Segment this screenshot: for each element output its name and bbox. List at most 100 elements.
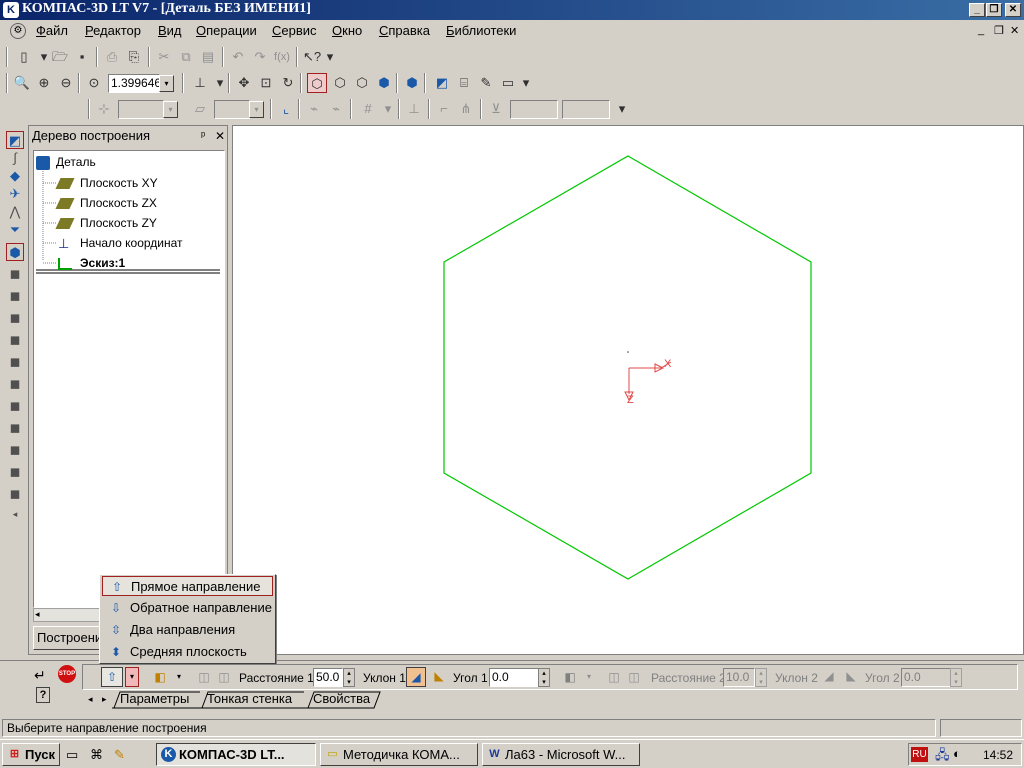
menu-help[interactable]: Справка (379, 23, 430, 38)
pan-icon[interactable]: ✥ (234, 73, 254, 93)
curves-icon[interactable]: ∫ (6, 149, 24, 167)
zoom-value-field[interactable]: 1.399646 (108, 74, 160, 93)
menu-item-midplane[interactable]: ⬍ Средняя плоскость (102, 642, 273, 662)
zoom-out-icon[interactable]: ⊖ (56, 73, 76, 93)
menu-libraries[interactable]: Библиотеки (446, 23, 516, 38)
rib-icon[interactable]: ◼ (6, 463, 24, 481)
paste-icon[interactable]: ▤ (198, 47, 218, 67)
save-icon[interactable]: ▪ (72, 47, 92, 67)
maximize-button[interactable]: ❐ (986, 3, 1002, 17)
layer-dropdown-icon[interactable]: ▾ (249, 101, 264, 118)
operation-type-dropdown-icon[interactable]: ▾ (173, 668, 185, 686)
start-button[interactable]: ⊞ Пуск (2, 743, 60, 766)
wireframe-view-icon[interactable]: ⬡ (307, 73, 327, 93)
model-viewport[interactable]: X Z (232, 125, 1024, 655)
shaded-view-icon[interactable]: ⬢ (374, 73, 394, 93)
mdi-close-icon[interactable]: ✕ (1010, 24, 1019, 37)
menu-editor[interactable]: Редактор (85, 23, 141, 38)
shell-icon[interactable]: ◼ (6, 485, 24, 503)
pin-icon[interactable]: ᵖ (201, 126, 205, 146)
edit-part-icon[interactable]: ◩ (6, 131, 24, 149)
menu-service[interactable]: Сервис (272, 23, 317, 38)
menu-item-forward[interactable]: ⇧ Прямое направление (102, 576, 273, 596)
redo-icon[interactable]: ↷ (250, 47, 270, 67)
menu-item-reverse[interactable]: ⇩ Обратное направление (102, 598, 273, 618)
second-operation-dropdown-icon[interactable]: ▾ (583, 668, 595, 686)
second-operation-icon[interactable]: ◧ (559, 668, 581, 686)
cut-icon[interactable]: ✂ (154, 47, 174, 67)
layer-icon[interactable]: ▱ (190, 99, 210, 119)
distance1-spinner[interactable]: ▴ ▾ (343, 668, 355, 687)
zoom-dropdown-icon[interactable]: ▾ (159, 75, 174, 92)
parametric-icon[interactable]: ⋔ (456, 99, 476, 119)
zoom-window-icon[interactable]: 🔍 (12, 73, 32, 93)
tree-node-origin[interactable]: ⊥ Начало координат (58, 235, 183, 252)
slope2-in-button[interactable]: ◣ (841, 667, 861, 687)
loft-operation-icon[interactable]: ◼ (6, 309, 24, 327)
document-icon[interactable]: ⚙ (10, 23, 26, 39)
direction-dropdown-icon[interactable]: ▾ (125, 667, 139, 687)
mdi-minimize-icon[interactable]: _ (978, 24, 984, 36)
orientation-icon[interactable]: ⊥ (190, 73, 210, 93)
hidden-thin-icon[interactable]: ⬡ (352, 73, 372, 93)
distance2-field[interactable]: 10.0 (723, 668, 755, 687)
grid-dropdown-icon[interactable]: ▾ (378, 99, 398, 119)
zoom-scale-icon[interactable]: ⊙ (84, 73, 104, 93)
rotate-operation-icon[interactable]: ◼ (6, 265, 24, 283)
kinematic-operation-icon[interactable]: ◼ (6, 287, 24, 305)
taskbar-item-word[interactable]: W Ла63 - Microsoft W... (482, 743, 640, 766)
distance1-field[interactable]: 50.0 (313, 668, 343, 687)
display-dropdown-icon[interactable]: ▾ (516, 73, 536, 93)
tab-scroll-right-icon[interactable]: ▸ (102, 694, 107, 705)
print-icon[interactable]: ⎙ (102, 47, 122, 67)
close-button[interactable]: ✕ (1005, 3, 1021, 17)
cut-extrude-icon[interactable]: ◼ (6, 331, 24, 349)
ortho-icon[interactable]: ⌐ (434, 99, 454, 119)
create-object-icon[interactable]: ↵ (34, 667, 46, 684)
quick-launch-desktop-icon[interactable]: ▭ (66, 747, 78, 763)
menu-view[interactable]: Вид (158, 23, 182, 38)
cursor-coords-icon[interactable]: ⊹ (94, 99, 114, 119)
taskbar-item-kompas[interactable]: K КОМПАС-3D LT... (156, 743, 316, 766)
surfaces-icon[interactable]: ◆ (6, 167, 24, 185)
slope1-in-button[interactable]: ◣ (429, 667, 449, 687)
sketch-canvas[interactable]: X Z (233, 126, 1023, 654)
menu-file[interactable]: Файл (36, 23, 68, 38)
feature-tree[interactable]: Деталь Плоскость XY Плоскость ZX Плоскос… (33, 150, 225, 608)
taskbar-item-folder[interactable]: ▭ Методичка КОМА... (320, 743, 478, 766)
quick-launch-app-icon[interactable]: ✎ (114, 747, 125, 763)
chamfer-icon[interactable]: ◼ (6, 441, 24, 459)
copy-icon[interactable]: ⧉ (176, 47, 196, 67)
angle1-spinner[interactable]: ▴ ▾ (538, 668, 550, 687)
tree-close-icon[interactable]: ✕ (215, 126, 225, 146)
menu-window[interactable]: Окно (332, 23, 362, 38)
angle2-spinner[interactable]: ▴ ▾ (950, 668, 962, 687)
new-document-icon[interactable]: ▯ (14, 47, 34, 67)
cut-loft-icon[interactable]: ◼ (6, 397, 24, 415)
snap-icon[interactable]: ⌁ (304, 99, 324, 119)
extrude-operation-icon[interactable]: ⬢ (6, 243, 24, 261)
snap-settings-icon[interactable]: ⌁ (326, 99, 346, 119)
tree-node-part[interactable]: Деталь (36, 154, 96, 170)
coords-xy-icon[interactable]: ⊻ (486, 99, 506, 119)
stop-button[interactable]: STOP (58, 665, 76, 683)
display-icon[interactable]: ▭ (498, 73, 518, 93)
filter-icon[interactable]: ⏷ (6, 221, 24, 239)
subtract-icon[interactable]: ◫ (215, 668, 233, 686)
show-all-icon[interactable]: ⊡ (256, 73, 276, 93)
hidden-lines-icon[interactable]: ⬡ (330, 73, 350, 93)
local-cs-icon[interactable]: ⊥ (404, 99, 424, 119)
x-coordinate-field[interactable] (510, 100, 558, 119)
state-dropdown-icon[interactable]: ▾ (612, 99, 632, 119)
menu-item-two-directions[interactable]: ⇳ Два направления (102, 620, 273, 640)
rotate-icon[interactable]: ↻ (278, 73, 298, 93)
operation-type-icon[interactable]: ◧ (149, 668, 171, 686)
coordinate-field[interactable] (118, 100, 164, 119)
subtract2-icon[interactable]: ◫ (625, 668, 643, 686)
tree-node-sketch[interactable]: Эскиз:1 (58, 255, 125, 271)
fillet-icon[interactable]: ◼ (6, 419, 24, 437)
variables-fx-icon[interactable]: f(x) (272, 47, 292, 67)
language-indicator[interactable]: RU (911, 747, 928, 762)
mdi-restore-icon[interactable]: ❐ (994, 24, 1004, 37)
tree-node-plane-xy[interactable]: Плоскость XY (55, 175, 158, 191)
